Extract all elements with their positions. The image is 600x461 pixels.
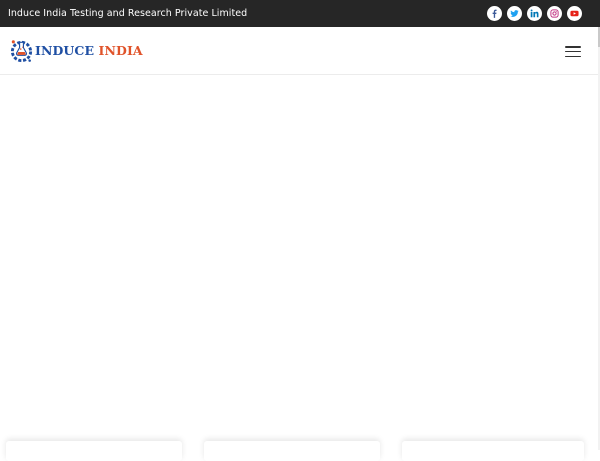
main-header: INDUCE INDIA (0, 27, 598, 75)
card (402, 441, 584, 461)
logo-word-induce: INDUCE (35, 43, 95, 58)
twitter-link[interactable] (507, 6, 522, 21)
youtube-icon (570, 10, 579, 17)
top-bar: Induce India Testing and Research Privat… (0, 0, 600, 27)
card (6, 441, 182, 461)
logo-word-india: INDIA (98, 43, 143, 58)
youtube-link[interactable] (567, 6, 582, 21)
twitter-icon (510, 10, 519, 17)
instagram-link[interactable] (547, 6, 562, 21)
menu-bar (565, 55, 581, 57)
logo-text: INDUCE INDIA (35, 43, 143, 58)
hamburger-menu-icon[interactable] (565, 46, 581, 57)
facebook-icon (492, 9, 497, 18)
facebook-link[interactable] (487, 6, 502, 21)
menu-bar (565, 50, 581, 53)
company-name: Induce India Testing and Research Privat… (8, 8, 248, 19)
menu-bar (565, 46, 581, 48)
hero-section (0, 75, 598, 430)
instagram-icon (550, 9, 559, 18)
social-links (487, 6, 582, 21)
linkedin-link[interactable] (527, 6, 542, 21)
gear-beaker-logo-icon (10, 40, 33, 63)
card (204, 441, 380, 461)
linkedin-icon (530, 9, 539, 18)
logo[interactable]: INDUCE INDIA (9, 37, 143, 64)
